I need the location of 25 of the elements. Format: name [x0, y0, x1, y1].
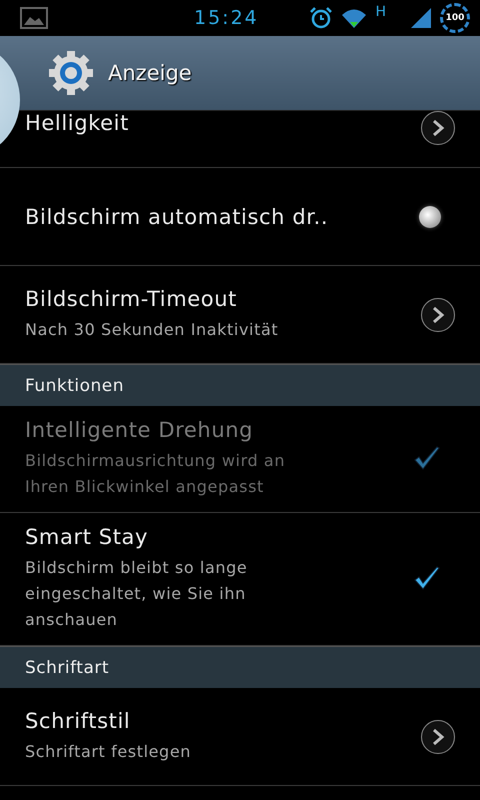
- wifi-icon: [341, 7, 368, 29]
- setting-title: Intelligente Drehung: [25, 418, 254, 442]
- clock-time: 15:24: [194, 7, 259, 29]
- chevron-icon: [421, 111, 455, 145]
- setting-summary: Bildschirm bleibt so lange eingeschaltet, wie Sie ihn anschauen: [25, 557, 248, 631]
- battery-level: 100: [440, 3, 470, 33]
- setting-title: Helligkeit: [25, 111, 130, 135]
- setting-summary: Bildschirmausrichtung wird an Ihren Blickwinkel angepasst: [25, 450, 286, 498]
- setting-title: Bildschirm automatisch dr..: [25, 204, 330, 228]
- section-title: Schriftart: [25, 658, 110, 678]
- screen-title: Anzeige: [108, 61, 192, 85]
- toggle-knob[interactable]: [419, 206, 441, 228]
- setting-title: Bildschirm-Timeout: [25, 286, 238, 310]
- setting-title: Schriftstil: [25, 708, 132, 732]
- chevron-icon: [421, 298, 455, 332]
- network-type: H: [375, 4, 386, 20]
- setting-summary: Nach 30 Sekunden Inaktivität: [25, 318, 280, 340]
- alarm-icon: [309, 6, 334, 30]
- section-title: Funktionen: [25, 376, 124, 396]
- signal-icon: [410, 7, 432, 29]
- gear-icon: [48, 50, 94, 96]
- image-icon: [20, 7, 48, 29]
- setting-title: Smart Stay: [25, 525, 150, 549]
- chevron-icon: [421, 720, 455, 754]
- setting-summary: Schriftart festlegen: [25, 740, 192, 762]
